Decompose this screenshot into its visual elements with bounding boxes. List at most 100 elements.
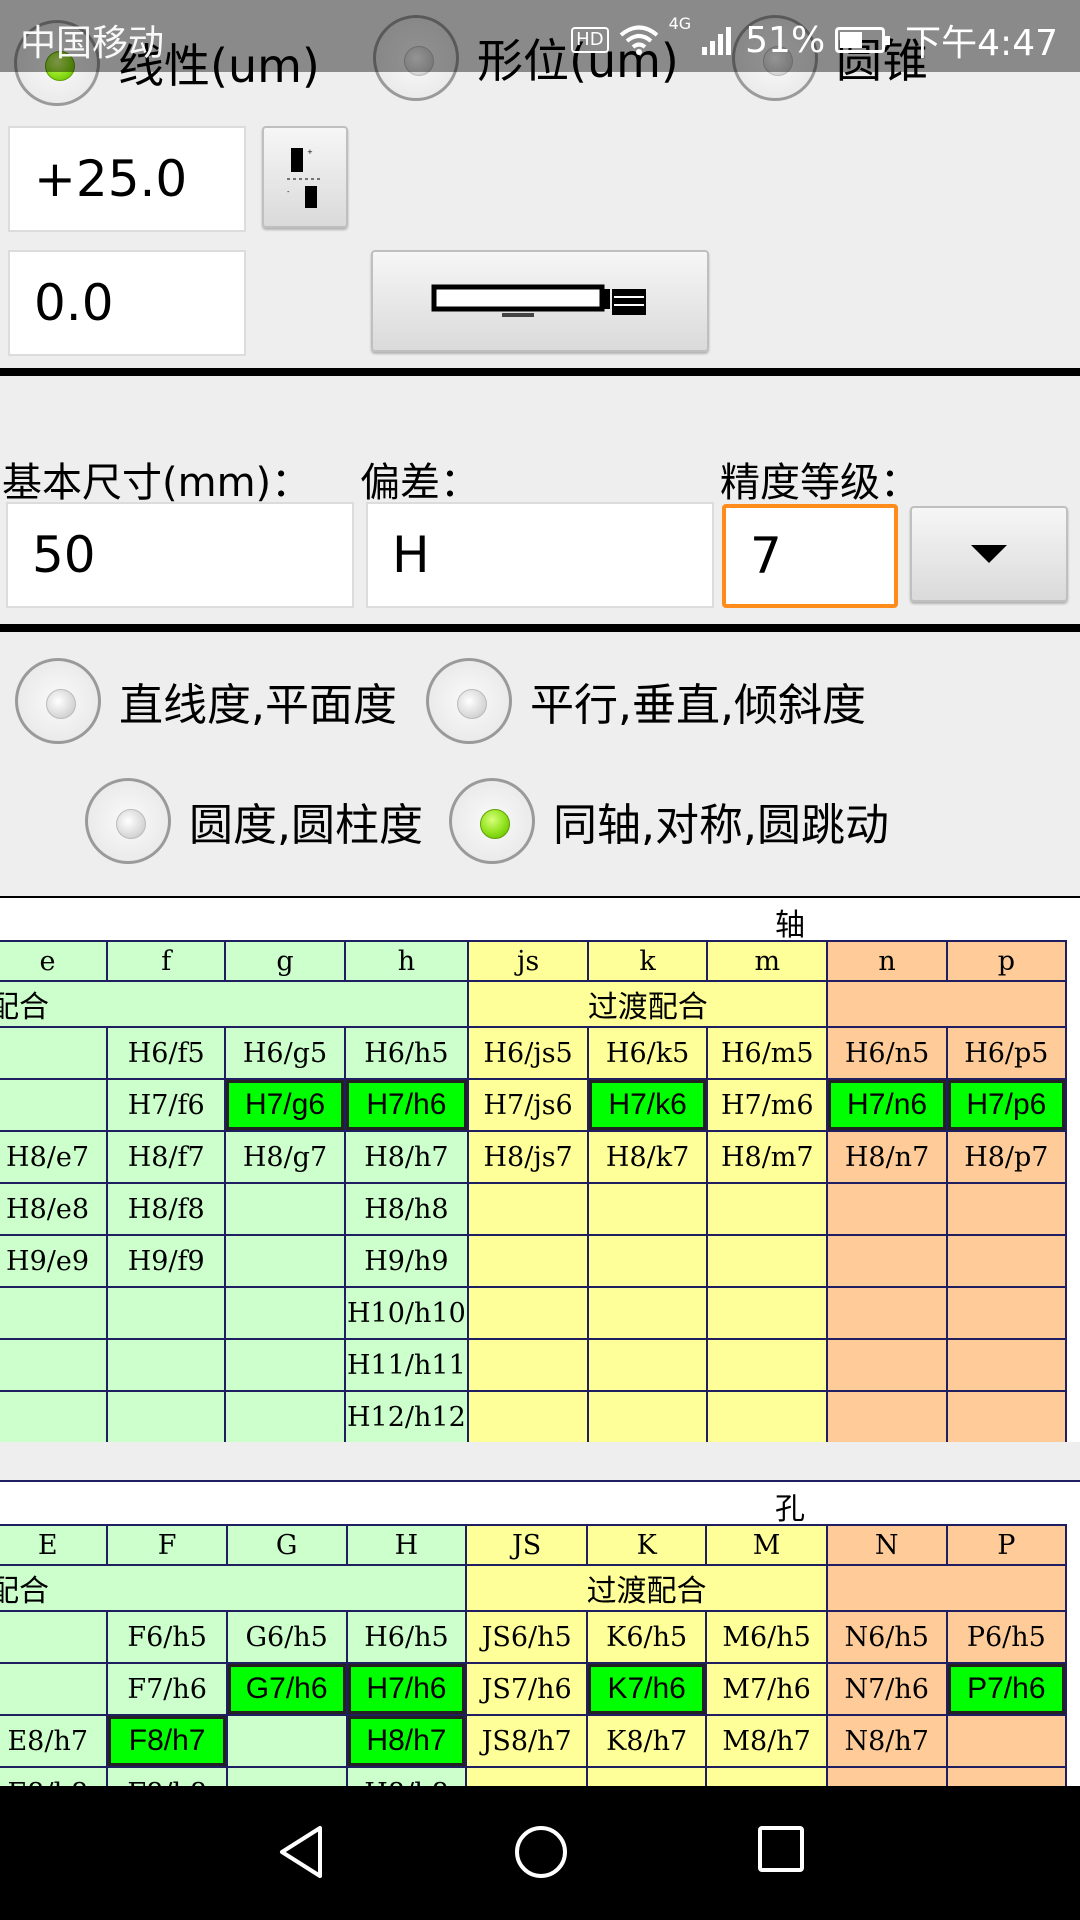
tolerance-radio-straightness[interactable]: 直线度,平面度 xyxy=(15,658,397,744)
fit-cell[interactable] xyxy=(945,1234,1068,1288)
fit-cell[interactable] xyxy=(587,1390,709,1442)
fit-cell[interactable] xyxy=(0,1390,109,1442)
fit-cell[interactable] xyxy=(0,1286,109,1340)
fit-cell[interactable]: K6/h5 xyxy=(585,1610,708,1664)
basic-size-input[interactable]: 50 xyxy=(6,502,354,608)
fit-cell[interactable]: H8/h8 xyxy=(345,1766,468,1786)
fit-cell[interactable]: JS6/h5 xyxy=(465,1610,588,1664)
fit-cell[interactable]: H6/js5 xyxy=(467,1026,590,1080)
fit-cell[interactable]: H9/e9 xyxy=(0,1234,109,1288)
fit-cell[interactable] xyxy=(106,1286,227,1340)
radio-button[interactable] xyxy=(85,778,171,864)
fit-cell[interactable] xyxy=(587,1338,709,1392)
fit-cell[interactable]: N8/h7 xyxy=(825,1714,948,1768)
fit-cell[interactable]: H7/f6 xyxy=(106,1078,227,1132)
fit-cell[interactable] xyxy=(945,1714,1068,1768)
fit-cell[interactable]: H7/k6 xyxy=(587,1078,709,1132)
fit-cell[interactable]: M8/h7 xyxy=(705,1714,828,1768)
fit-cell[interactable] xyxy=(587,1286,709,1340)
fit-cell[interactable] xyxy=(705,1766,828,1786)
fit-cell[interactable]: H8/f8 xyxy=(106,1182,227,1236)
fit-cell[interactable]: H6/m5 xyxy=(706,1026,829,1080)
fit-cell[interactable]: G7/h6 xyxy=(225,1662,348,1716)
back-icon[interactable] xyxy=(276,1824,326,1880)
fit-cell[interactable] xyxy=(0,1078,109,1132)
fit-cell[interactable]: H7/n6 xyxy=(826,1078,948,1132)
radio-button[interactable] xyxy=(426,658,512,744)
fit-cell[interactable]: F7/h6 xyxy=(106,1662,228,1716)
fit-cell[interactable]: H6/p5 xyxy=(945,1026,1068,1080)
fit-cell[interactable]: H8/f7 xyxy=(106,1130,227,1184)
fit-cell[interactable] xyxy=(224,1390,346,1442)
fit-cell[interactable] xyxy=(467,1234,590,1288)
fit-cell[interactable] xyxy=(945,1390,1068,1442)
fit-cell[interactable] xyxy=(224,1234,346,1288)
fit-cell[interactable] xyxy=(706,1286,829,1340)
deviation-input[interactable]: H xyxy=(366,502,714,608)
fit-cell[interactable]: H8/js7 xyxy=(467,1130,590,1184)
fit-cell[interactable]: H8/k7 xyxy=(587,1130,709,1184)
fit-cell[interactable]: H6/k5 xyxy=(587,1026,709,1080)
fit-cell[interactable]: P7/h6 xyxy=(945,1662,1068,1716)
fit-cell[interactable] xyxy=(0,1026,109,1080)
fit-cell[interactable] xyxy=(225,1766,348,1786)
tolerance-radio-roundness[interactable]: 圆度,圆柱度 xyxy=(85,778,423,864)
fit-cell[interactable]: H8/e8 xyxy=(0,1182,109,1236)
fit-cell[interactable] xyxy=(467,1286,590,1340)
tolerance-swap-button[interactable]: + - xyxy=(262,126,348,228)
fit-cell[interactable]: H6/h5 xyxy=(345,1610,468,1664)
fit-cell[interactable]: N6/h5 xyxy=(825,1610,948,1664)
fit-cell[interactable] xyxy=(826,1234,948,1288)
fit-cell[interactable] xyxy=(706,1182,829,1236)
fit-cell[interactable]: F8/h8 xyxy=(106,1766,228,1786)
fit-cell[interactable] xyxy=(945,1338,1068,1392)
fit-cell[interactable] xyxy=(0,1662,109,1716)
fit-cell[interactable]: E8/h7 xyxy=(0,1714,109,1768)
fit-cell[interactable] xyxy=(945,1766,1068,1786)
fit-cell[interactable] xyxy=(587,1234,709,1288)
fit-cell[interactable]: H8/n7 xyxy=(826,1130,948,1184)
fit-cell[interactable] xyxy=(467,1338,590,1392)
fit-cell[interactable]: E8/h8 xyxy=(0,1766,109,1786)
fit-cell[interactable] xyxy=(826,1390,948,1442)
fit-cell[interactable]: H8/g7 xyxy=(224,1130,346,1184)
fit-cell[interactable]: K8/h7 xyxy=(585,1714,708,1768)
fit-cell[interactable] xyxy=(945,1182,1068,1236)
fit-cell[interactable]: H7/js6 xyxy=(467,1078,590,1132)
fit-cell[interactable] xyxy=(945,1286,1068,1340)
display-button[interactable] xyxy=(371,250,709,352)
fit-cell[interactable] xyxy=(224,1182,346,1236)
fit-cell[interactable]: H11/h11 xyxy=(343,1338,470,1392)
fit-cell[interactable] xyxy=(224,1338,346,1392)
radio-button[interactable] xyxy=(15,658,101,744)
fit-cell[interactable]: H7/m6 xyxy=(706,1078,829,1132)
fit-cell[interactable]: H8/h8 xyxy=(343,1182,470,1236)
fit-cell[interactable]: K7/h6 xyxy=(585,1662,708,1716)
fit-cell[interactable]: F6/h5 xyxy=(106,1610,228,1664)
fit-cell[interactable]: H6/h5 xyxy=(343,1026,470,1080)
fit-cell[interactable] xyxy=(826,1338,948,1392)
grade-dropdown-button[interactable] xyxy=(910,506,1068,602)
fit-cell[interactable]: JS8/h7 xyxy=(465,1714,588,1768)
fit-cell[interactable] xyxy=(706,1390,829,1442)
fit-cell[interactable] xyxy=(106,1390,227,1442)
fit-cell[interactable]: P6/h5 xyxy=(945,1610,1068,1664)
fit-cell[interactable]: H9/h9 xyxy=(343,1234,470,1288)
fit-cell[interactable] xyxy=(225,1714,348,1768)
fit-cell[interactable] xyxy=(467,1390,590,1442)
home-icon[interactable] xyxy=(513,1824,569,1880)
fit-cell[interactable]: H6/n5 xyxy=(826,1026,948,1080)
fit-cell[interactable]: H7/g6 xyxy=(224,1078,346,1132)
lower-deviation-field[interactable]: 0.0 xyxy=(8,250,246,356)
fit-cell[interactable]: M7/h6 xyxy=(705,1662,828,1716)
fit-cell[interactable] xyxy=(0,1338,109,1392)
fit-cell[interactable]: H7/h6 xyxy=(345,1662,468,1716)
fit-cell[interactable]: F8/h7 xyxy=(106,1714,228,1768)
grade-input[interactable]: 7 xyxy=(722,504,898,608)
fit-cell[interactable]: H8/h7 xyxy=(345,1714,468,1768)
fit-cell[interactable]: H8/m7 xyxy=(706,1130,829,1184)
fit-cell[interactable]: H8/e7 xyxy=(0,1130,109,1184)
fit-cell[interactable]: H6/g5 xyxy=(224,1026,346,1080)
fit-cell[interactable]: M6/h5 xyxy=(705,1610,828,1664)
fit-cell[interactable]: H12/h12 xyxy=(343,1390,470,1442)
